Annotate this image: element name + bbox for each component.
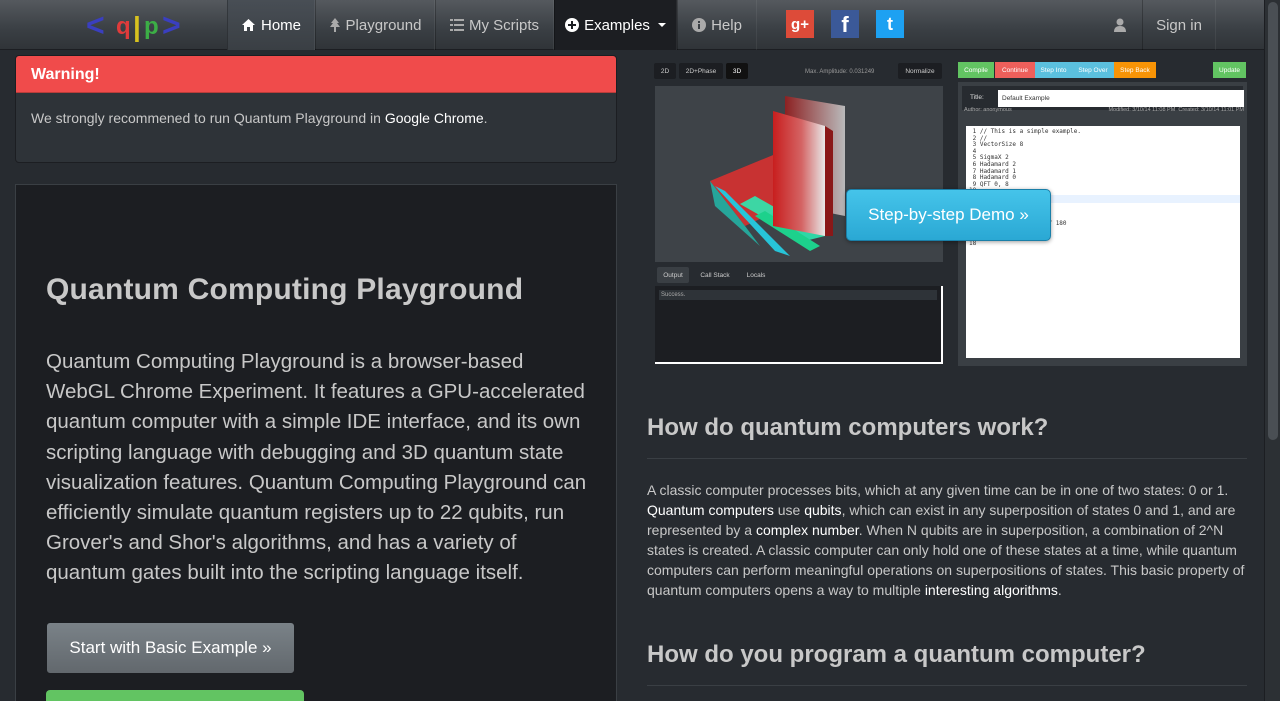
- hero-title: Quantum Computing Playground: [46, 273, 524, 306]
- page-scrollbar[interactable]: [1264, 0, 1280, 701]
- nav-help-label: Help: [711, 16, 742, 34]
- author-text: Author: anonymous: [964, 107, 1012, 113]
- nav-home[interactable]: Home: [227, 0, 315, 50]
- complex-number-link[interactable]: complex number: [756, 522, 859, 538]
- view-3d-tab[interactable]: 3D: [726, 63, 748, 79]
- nav-examples-dropdown[interactable]: Examples: [554, 0, 677, 50]
- continue-button[interactable]: Continue: [995, 62, 1035, 78]
- user-icon-button[interactable]: [1098, 0, 1142, 50]
- quantum-computers-link[interactable]: Quantum computers: [647, 502, 774, 518]
- svg-text:p: p: [144, 13, 159, 40]
- facebook-icon[interactable]: f: [831, 10, 859, 38]
- sign-in-label: Sign in: [1156, 16, 1202, 34]
- tree-icon: [329, 18, 340, 32]
- created-text: Created: 3/10/14 11:01 PM: [1178, 107, 1244, 113]
- twitter-icon[interactable]: t: [876, 10, 904, 38]
- nav-examples-label: Examples: [584, 16, 650, 34]
- warning-text: We strongly recommened to run Quantum Pl…: [31, 110, 488, 126]
- svg-text:>: >: [162, 8, 181, 42]
- info-icon: [692, 18, 707, 32]
- step-by-step-demo-button[interactable]: Step-by-step Demo »: [846, 189, 1051, 241]
- output-console: Success.: [655, 286, 943, 364]
- editor-toolbar: Compile Continue Step Into Step Over Ste…: [958, 62, 1247, 80]
- how-work-heading: How do quantum computers work?: [647, 414, 1049, 441]
- call-stack-tab[interactable]: Call Stack: [695, 267, 735, 283]
- compile-button[interactable]: Compile: [958, 62, 994, 78]
- step-into-button[interactable]: Step Into: [1035, 62, 1072, 78]
- title-input[interactable]: Default Example: [998, 90, 1244, 107]
- google-plus-icon[interactable]: g+: [786, 10, 814, 38]
- nav-help[interactable]: Help: [677, 0, 757, 50]
- hero-jumbotron: Quantum Computing Playground Quantum Com…: [15, 184, 617, 701]
- plus-circle-icon: [565, 18, 580, 32]
- chevron-down-icon: [657, 23, 666, 27]
- how-program-heading: How do you program a quantum computer?: [647, 641, 1146, 668]
- normalize-button[interactable]: Normalize: [898, 63, 942, 79]
- warning-title: Warning!: [16, 56, 616, 93]
- list-icon: [449, 19, 464, 31]
- code-editor[interactable]: 1 // This is a simple example. 2 // 3 Ve…: [966, 126, 1240, 358]
- nav-playground[interactable]: Playground: [315, 0, 435, 50]
- qubits-link[interactable]: qubits: [804, 502, 841, 518]
- section-divider-2: [647, 685, 1247, 686]
- script-meta: Author: anonymous Modified: 3/10/14 11:0…: [964, 107, 1244, 113]
- svg-text:|: |: [133, 11, 141, 42]
- hero-description: Quantum Computing Playground is a browse…: [46, 350, 587, 585]
- view-mode-bar: 2D 2D+Phase 3D Max. Amplitude: 0.031249 …: [653, 60, 943, 82]
- svg-text:<: <: [86, 8, 105, 42]
- green-action-button[interactable]: [46, 690, 304, 701]
- nav-my-scripts-label: My Scripts: [468, 16, 539, 34]
- update-button[interactable]: Update: [1213, 62, 1246, 78]
- max-amplitude-readout: Max. Amplitude: 0.031249: [805, 69, 875, 75]
- modified-text: Modified: 3/10/14 11:08 PM: [1108, 107, 1176, 113]
- output-tab[interactable]: Output: [657, 267, 689, 283]
- interesting-algorithms-link[interactable]: interesting algorithms: [925, 582, 1058, 598]
- title-label: Title:: [970, 94, 984, 101]
- nav-home-label: Home: [260, 16, 301, 34]
- nav-my-scripts[interactable]: My Scripts: [435, 0, 554, 50]
- chrome-highlight: Google Chrome: [384, 110, 484, 126]
- step-back-button[interactable]: Step Back: [1114, 62, 1156, 78]
- section-divider: [647, 458, 1247, 459]
- sign-in-link[interactable]: Sign in: [1142, 0, 1216, 50]
- locals-tab[interactable]: Locals: [741, 267, 771, 283]
- debug-tabs: Output Call Stack Locals: [655, 266, 943, 284]
- home-icon: [241, 19, 255, 31]
- nav-playground-label: Playground: [345, 16, 422, 34]
- how-work-paragraph: A classic computer processes bits, which…: [647, 482, 1245, 598]
- svg-text:q: q: [116, 13, 131, 40]
- user-icon: [1114, 18, 1126, 32]
- browser-warning-panel: Warning! We strongly recommened to run Q…: [15, 55, 617, 163]
- top-navbar: < q | p > Home Playground My Scripts Exa…: [0, 0, 1264, 50]
- step-over-button[interactable]: Step Over: [1072, 62, 1114, 78]
- qp-logo[interactable]: < q | p >: [86, 8, 190, 42]
- view-2d-phase-tab[interactable]: 2D+Phase: [679, 63, 723, 79]
- start-basic-example-button[interactable]: Start with Basic Example »: [46, 622, 295, 674]
- view-2d-tab[interactable]: 2D: [654, 63, 676, 79]
- scrollbar-thumb[interactable]: [1268, 2, 1278, 440]
- output-message: Success.: [659, 290, 937, 300]
